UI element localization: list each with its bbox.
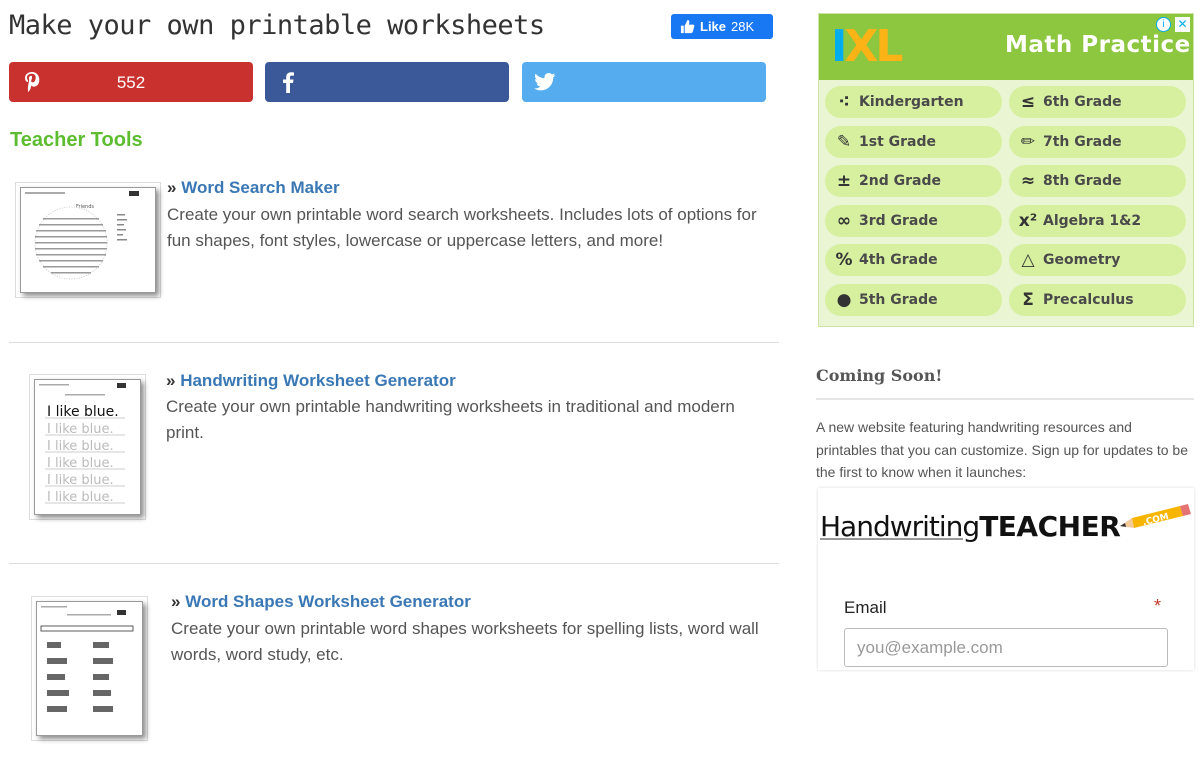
twitter-share-button[interactable] <box>522 62 766 102</box>
facebook-share-button[interactable] <box>265 62 509 102</box>
ad-info-icon[interactable]: i <box>1156 17 1171 32</box>
apple-icon: ● <box>836 289 852 310</box>
sigma-icon: Σ <box>1022 289 1034 310</box>
signup-box: HandwritingTEACHER .COM Email * <box>818 488 1194 670</box>
grade-label: Kindergarten <box>859 94 964 110</box>
approx-icon: ≈ <box>1020 171 1036 191</box>
worksheet-preview: I like blue. I like blue. I like blue. I… <box>34 379 141 515</box>
twitter-icon <box>534 70 556 94</box>
pencil-icon: .COM <box>1120 504 1191 528</box>
handwriting-worksheet-generator-link[interactable]: Handwriting Worksheet Generator <box>180 371 456 390</box>
email-input[interactable] <box>844 628 1168 667</box>
grade-label: 7th Grade <box>1043 133 1122 150</box>
grade-link-5th-grade[interactable]: ● 5th Grade <box>825 283 1002 316</box>
grade-label: 4th Grade <box>859 252 938 268</box>
grade-label: 5th Grade <box>859 291 938 308</box>
grade-link-1st-grade[interactable]: ✎ 1st Grade <box>825 125 1002 158</box>
tool-description: Create your own printable word shapes wo… <box>171 619 759 664</box>
ixl-advertisement[interactable]: IXL Math Practice i ✕ ⁖ Kindergarten ✎ 1st … <box>818 13 1194 327</box>
grade-link-algebra-1-2[interactable]: x² Algebra 1&2 <box>1009 204 1186 237</box>
facebook-like-button[interactable]: Like 28K <box>671 14 773 39</box>
word-search-maker-link[interactable]: Word Search Maker <box>181 178 339 197</box>
pencil-cup-icon: ✎ <box>836 131 852 152</box>
wordsearch-title: Friends <box>76 204 94 210</box>
title-prefix: » <box>166 371 176 390</box>
grade-link-4th-grade[interactable]: % 4th Grade <box>825 244 1002 276</box>
handwriting-teacher-logo: HandwritingTEACHER <box>820 510 1121 543</box>
tool-title-handwriting: » Handwriting Worksheet Generator <box>166 371 456 391</box>
logo-handwriting: Handwriting <box>820 510 980 543</box>
tool-title-word-search: » Word Search Maker <box>167 178 340 198</box>
grade-link-precalculus[interactable]: Σ Precalculus <box>1009 283 1186 316</box>
grade-label: 3rd Grade <box>859 212 938 229</box>
logo-letter: L <box>875 21 903 72</box>
grade-link-7th-grade[interactable]: ✏ 7th Grade <box>1009 125 1186 158</box>
word-shapes-thumbnail[interactable] <box>31 596 148 741</box>
logo-com: .COM <box>1142 512 1170 528</box>
grade-link-6th-grade[interactable]: ≤6th Grade <box>1009 86 1186 118</box>
thumbs-up-icon <box>680 19 695 34</box>
grade-link-kindergarten[interactable]: ⁖ Kindergarten <box>825 86 1002 118</box>
logo-teacher: TEACHER <box>979 510 1121 543</box>
facebook-icon <box>277 70 299 94</box>
required-asterisk: * <box>1154 596 1162 616</box>
tool-title-word-shapes: » Word Shapes Worksheet Generator <box>171 592 471 612</box>
grade-link-8th-grade[interactable]: ≈8th Grade <box>1009 165 1186 197</box>
grade-label: 6th Grade <box>1043 94 1122 110</box>
handwriting-thumbnail[interactable]: I like blue. I like blue. I like blue. I… <box>29 374 146 520</box>
logo-letter: I <box>831 21 847 72</box>
pinterest-share-button[interactable]: 552 <box>9 62 253 102</box>
grade-link-3rd-grade[interactable]: ∞ 3rd Grade <box>825 204 1002 237</box>
grade-link-geometry[interactable]: △ Geometry <box>1009 244 1186 276</box>
grade-label: Algebra 1&2 <box>1043 212 1142 229</box>
grade-label: 1st Grade <box>859 133 936 150</box>
ad-header: IXL Math Practice i ✕ <box>819 14 1193 80</box>
like-count: 28K <box>731 19 755 34</box>
word-search-thumbnail[interactable]: Friends <box>15 182 161 298</box>
grade-label: Precalculus <box>1043 291 1134 308</box>
ruler-pencil-icon: ✏ <box>1020 131 1036 152</box>
ad-close-icon[interactable]: ✕ <box>1175 17 1190 32</box>
word-shapes-worksheet-generator-link[interactable]: Word Shapes Worksheet Generator <box>185 592 471 611</box>
divider <box>816 398 1194 400</box>
worksheet-preview: Friends <box>20 187 156 293</box>
section-heading-teacher-tools: Teacher Tools <box>10 129 143 151</box>
coming-soon-text: A new website featuring handwriting reso… <box>816 419 1189 480</box>
infinity-icon: ∞ <box>836 210 852 231</box>
divider <box>9 342 779 343</box>
dots-icon: ⁖ <box>838 92 850 112</box>
grade-link-2nd-grade[interactable]: ±2nd Grade <box>825 165 1002 197</box>
ixl-logo: IXL <box>831 21 903 72</box>
pinterest-count: 552 <box>116 73 146 92</box>
percent-icon: % <box>835 250 853 270</box>
plus-minus-icon: ± <box>836 171 852 191</box>
email-label: Email <box>844 598 887 617</box>
grade-label: 2nd Grade <box>859 173 941 189</box>
divider <box>9 563 779 564</box>
title-prefix: » <box>167 178 177 197</box>
tool-description: Create your own printable word search wo… <box>167 205 757 250</box>
x-squared-icon: x² <box>1018 210 1038 231</box>
grade-label: 8th Grade <box>1043 173 1122 189</box>
less-equal-icon: ≤ <box>1020 92 1036 112</box>
tool-description: Create your own printable handwriting wo… <box>166 397 735 442</box>
like-label: Like <box>700 19 727 34</box>
grade-label: Geometry <box>1043 252 1121 268</box>
title-prefix: » <box>171 592 181 611</box>
handwriting-sample: I like blue. <box>47 404 119 420</box>
coming-soon-heading: Coming Soon! <box>816 366 943 385</box>
ad-title: Math Practice <box>1005 32 1191 58</box>
triangle-icon: △ <box>1021 250 1035 270</box>
worksheet-preview <box>36 601 143 736</box>
page-title: Make your own printable worksheets <box>9 10 545 41</box>
logo-letter: X <box>844 21 878 72</box>
